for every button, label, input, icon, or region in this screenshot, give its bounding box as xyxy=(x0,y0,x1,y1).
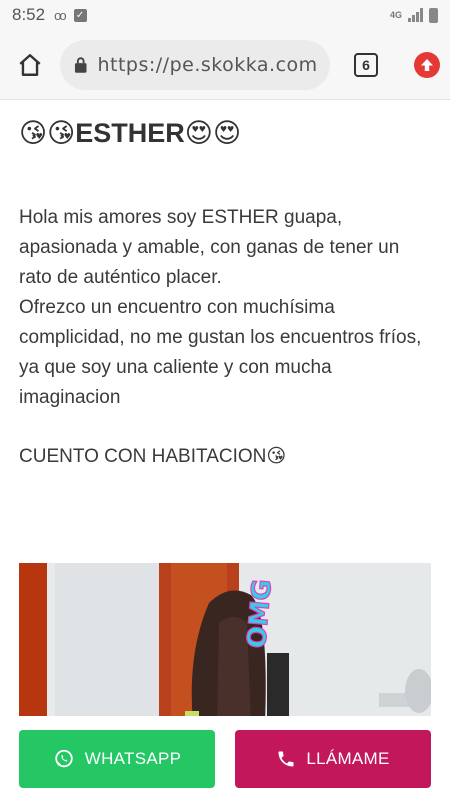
home-button[interactable] xyxy=(10,45,50,85)
whatsapp-icon xyxy=(55,749,73,768)
call-button[interactable]: LLÁMAME xyxy=(235,730,431,788)
lock-icon xyxy=(74,56,87,73)
update-button[interactable] xyxy=(414,51,440,78)
address-bar[interactable]: https://pe.skokka.com/ xyxy=(60,39,330,90)
browser-toolbar: https://pe.skokka.com/ 6 xyxy=(0,30,450,100)
call-label: LLÁMAME xyxy=(306,749,390,768)
description-paragraph: Hola mis amores soy ESTHER guapa, apasio… xyxy=(19,207,400,288)
signal-icon xyxy=(408,8,423,22)
phone-icon xyxy=(278,751,294,767)
arrow-up-icon xyxy=(421,58,433,71)
room-note: CUENTO CON HABITACION😘 xyxy=(19,446,287,467)
home-icon xyxy=(19,53,41,76)
profile-description: Hola mis amores soy ESTHER guapa, apasio… xyxy=(19,203,431,413)
description-paragraph: Ofrezco un encuentro con muchísima compl… xyxy=(19,297,422,408)
checkbox-notification-icon: ✓ xyxy=(73,8,87,22)
profile-title: 😘😘ESTHER😍😍 xyxy=(19,118,242,148)
profile-photo[interactable]: OMG xyxy=(19,563,431,723)
url-text: https://pe.skokka.com/ xyxy=(97,53,316,76)
network-type: 4G xyxy=(389,9,402,20)
status-time: 8:52 xyxy=(12,5,46,24)
voicemail-icon: oo xyxy=(54,7,67,23)
photo-image: OMG xyxy=(19,563,431,723)
battery-icon xyxy=(429,7,438,23)
whatsapp-label: WHATSAPP xyxy=(84,749,182,768)
whatsapp-button[interactable]: WHATSAPP xyxy=(19,730,215,788)
contact-actions: WHATSAPP LLÁMAME xyxy=(0,716,450,800)
photo-watermark: OMG xyxy=(242,578,278,650)
status-bar: 8:52 oo ✓ 4G xyxy=(0,0,450,30)
tab-switcher-button[interactable]: 6 xyxy=(354,52,378,77)
